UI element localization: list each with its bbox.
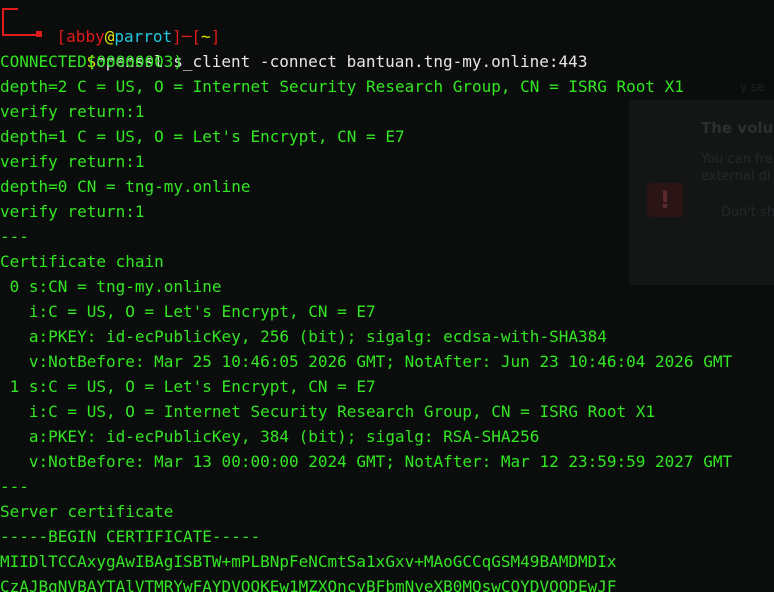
output-line: -----BEGIN CERTIFICATE----- <box>0 527 261 546</box>
prompt-header: [abby@parrot]─[~] <box>18 0 221 46</box>
output-line: Certificate chain <box>0 252 164 271</box>
output-line: i:C = US, O = Let's Encrypt, CN = E7 <box>0 302 376 321</box>
output-line: 0 s:CN = tng-my.online <box>0 277 222 296</box>
output-line: --- <box>0 227 29 246</box>
output-line: v:NotBefore: Mar 13 00:00:00 2024 GMT; N… <box>0 452 733 471</box>
background-dialog-top-text: y se <box>740 80 765 94</box>
output-line: depth=1 C = US, O = Let's Encrypt, CN = … <box>0 127 405 146</box>
prompt-frame-corner <box>2 8 18 36</box>
output-line: CONNECTED(00000003) <box>0 52 184 71</box>
output-line: MIIDlTCCAxygAwIBAgISBTW+mPLBNpFeNCmtSa1x… <box>0 552 617 571</box>
output-line: a:PKEY: id-ecPublicKey, 256 (bit); sigal… <box>0 327 607 346</box>
output-line: --- <box>0 477 29 496</box>
background-dialog-text-2: external di <box>701 169 771 184</box>
background-dialog-option: Don't sh <box>721 205 774 220</box>
background-dialog-text-1: You can fre <box>701 152 773 167</box>
warning-icon: ! <box>647 183 683 217</box>
background-dialog-title: The volu <box>701 119 774 137</box>
output-line: CzAJBgNVBAYTAlVTMRYwFAYDVQQKEw1MZXQncyBF… <box>0 577 617 592</box>
output-line: verify return:1 <box>0 152 145 171</box>
output-line: verify return:1 <box>0 102 145 121</box>
output-line: 1 s:C = US, O = Let's Encrypt, CN = E7 <box>0 377 376 396</box>
output-line: v:NotBefore: Mar 25 10:46:05 2026 GMT; N… <box>0 352 733 371</box>
output-line: depth=0 CN = tng-my.online <box>0 177 251 196</box>
output-line: a:PKEY: id-ecPublicKey, 384 (bit); sigal… <box>0 427 540 446</box>
output-line: i:C = US, O = Internet Security Research… <box>0 402 656 421</box>
output-line: Server certificate <box>0 502 174 521</box>
terminal-window[interactable]: y se The volu You can fre external di ! … <box>0 0 774 592</box>
output-line: depth=2 C = US, O = Internet Security Re… <box>0 77 684 96</box>
output-line: verify return:1 <box>0 202 145 221</box>
command-line[interactable]: $openssl s_client -connect bantuan.tng-m… <box>48 24 588 71</box>
